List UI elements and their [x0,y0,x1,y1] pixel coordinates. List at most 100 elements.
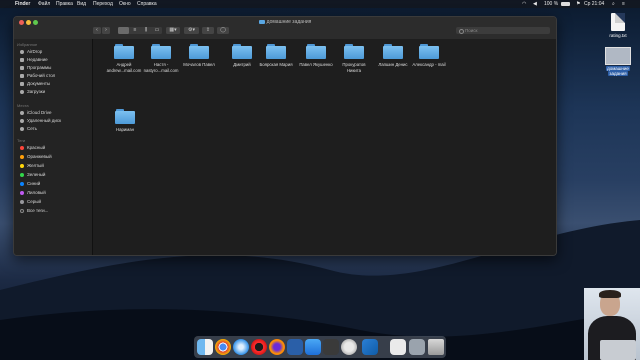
screenshot-thumbnail-icon [605,47,631,65]
tag-color-dot-icon [20,172,24,177]
firefox-dock-icon[interactable] [269,339,285,355]
menu-go[interactable]: Переход [93,0,113,8]
window-title: домашние задания [14,19,556,25]
sidebar-item-applications[interactable]: Программы [20,65,51,71]
photo-app-dock-icon[interactable] [287,339,303,355]
desktop-file-homework[interactable]: домашние задания [598,47,638,76]
folder-icon [258,19,265,24]
action-gear-button[interactable]: ⚙▾ [184,27,199,34]
folder-label: Лапшин Денис [378,62,408,67]
folder-label-line2: andrew...mail.com [106,67,142,73]
share-button[interactable]: ⇪ [202,27,214,34]
tag-label: Желтый [27,163,44,168]
menu-file[interactable]: Файл [38,0,50,8]
vscode-dock-icon[interactable] [362,339,378,355]
menu-window[interactable]: Окно [119,0,131,8]
group-by-button[interactable]: ▦▾ [166,27,180,34]
sidebar-item-icloud[interactable]: iCloud Drive [20,110,52,116]
folder-item[interactable]: Нариман [105,109,145,133]
preview-dock-icon[interactable] [390,339,406,355]
tag-label: Серый [27,199,42,204]
folder-item[interactable]: Андрей andrew...mail.com [104,44,144,73]
search-field[interactable]: Поиск [456,27,550,34]
folder-item[interactable]: Лапшин Денис [373,44,413,68]
sidebar: Избранное AirDrop Недавние Программы Раб… [14,39,93,255]
column-view-button[interactable]: ⫼ [141,27,151,34]
tag-label: Синий [27,181,41,186]
sidebar-tag-item[interactable]: Желтый [20,163,44,169]
sidebar-tag-item[interactable]: Лиловый [20,190,46,196]
list-view-button[interactable]: ≡ [130,27,140,34]
volume-icon[interactable]: ◀ [533,0,537,8]
folder-label: Нариман [116,127,134,132]
wifi-icon[interactable]: ◠ [522,0,526,8]
folder-label-line2: nastyro...mail.com [143,67,179,73]
sidebar-item-recents[interactable]: Недавние [20,57,48,63]
tag-label: Зеленый [27,172,46,177]
sidebar-item-documents[interactable]: Документы [20,81,50,87]
tag-color-dot-icon [20,163,24,168]
clock-icon [20,57,24,62]
chrome-dock-icon[interactable] [215,339,231,355]
folder-icon [266,44,286,59]
forward-button[interactable]: › [102,27,110,34]
gallery-view-button[interactable]: ▭ [152,27,162,34]
sidebar-item-downloads[interactable]: Загрузки [20,89,45,95]
desktop-file-label-line2: задания [608,71,628,76]
view-mode-control: ≡ ⫼ ▭ [118,27,162,34]
safari-dock-icon[interactable] [233,339,249,355]
sidebar-item-remote-disc[interactable]: Удаленный диск [20,118,61,124]
control-center-icon[interactable]: ≡ [622,0,625,8]
laptop-icon [600,340,636,360]
icon-view-button[interactable] [118,27,129,34]
flag-icon[interactable]: ⚑ [576,0,580,8]
folder-icon [383,44,403,59]
tag-color-dot-icon [20,190,24,195]
trash-dock-icon[interactable] [428,339,444,355]
folder-label: Мочалов Павел [183,62,215,67]
bear-app-dock-icon[interactable] [323,339,339,355]
sidebar-item-network[interactable]: Сеть [20,126,37,132]
text-file-icon [611,13,625,31]
tag-label: Лиловый [27,190,46,195]
folder-item[interactable]: Настя - nastyro...mail.com [141,44,181,73]
clock[interactable]: Ср 21:04 [584,0,604,8]
folder-label: Павел Якушенко [299,62,333,67]
opera-dock-icon[interactable] [251,339,267,355]
disk-utility-dock-icon[interactable] [341,339,357,355]
download-icon [20,89,24,94]
menu-edit[interactable]: Правка [56,0,73,8]
battery-percent[interactable]: 100 % [544,0,558,8]
finder-window: домашние задания ‹ › ≡ ⫼ ▭ ▦▾ ⚙▾ ⇪ ◯ Пои… [13,16,557,256]
folder-item[interactable]: Боярская Мария [256,44,296,68]
folder-label-line2: Никита [346,67,362,73]
folder-icon [344,44,364,59]
menu-help[interactable]: Справка [137,0,157,8]
menu-view[interactable]: Вид [77,0,86,8]
folder-icon [115,109,135,124]
folder-item[interactable]: Прокуратов Никита [334,44,374,73]
menu-finder[interactable]: Finder [15,0,30,8]
sidebar-tag-item[interactable]: Зеленый [20,172,45,178]
sidebar-item-airdrop[interactable]: AirDrop [20,49,42,55]
folder-item[interactable]: Александр - mail [409,44,449,68]
folder-item[interactable]: Павел Якушенко [296,44,336,68]
back-button[interactable]: ‹ [93,27,101,34]
downloads-stack-dock-icon[interactable] [409,339,425,355]
sidebar-item-desktop[interactable]: Рабочий стол [20,73,55,79]
sidebar-tag-item[interactable]: Красный [20,145,45,151]
desktop-file-rating[interactable]: rating.txt [598,13,638,38]
folder-icon [151,44,171,59]
search-icon[interactable]: ⌕ [612,0,615,8]
app-store-dock-icon[interactable] [305,339,321,355]
sidebar-item-all-tags[interactable]: Все теги... [20,208,48,214]
webcam-overlay [584,288,640,360]
sidebar-tag-item[interactable]: Оранжевый [20,154,52,160]
sidebar-tag-item[interactable]: Серый [20,199,41,205]
sidebar-tag-item[interactable]: Синий [20,181,40,187]
tags-button[interactable]: ◯ [217,27,229,34]
desktop-file-label: rating.txt [609,33,627,38]
presenter-hair [599,290,621,298]
folder-item[interactable]: Мочалов Павел [179,44,219,68]
finder-dock-icon[interactable] [197,339,213,355]
